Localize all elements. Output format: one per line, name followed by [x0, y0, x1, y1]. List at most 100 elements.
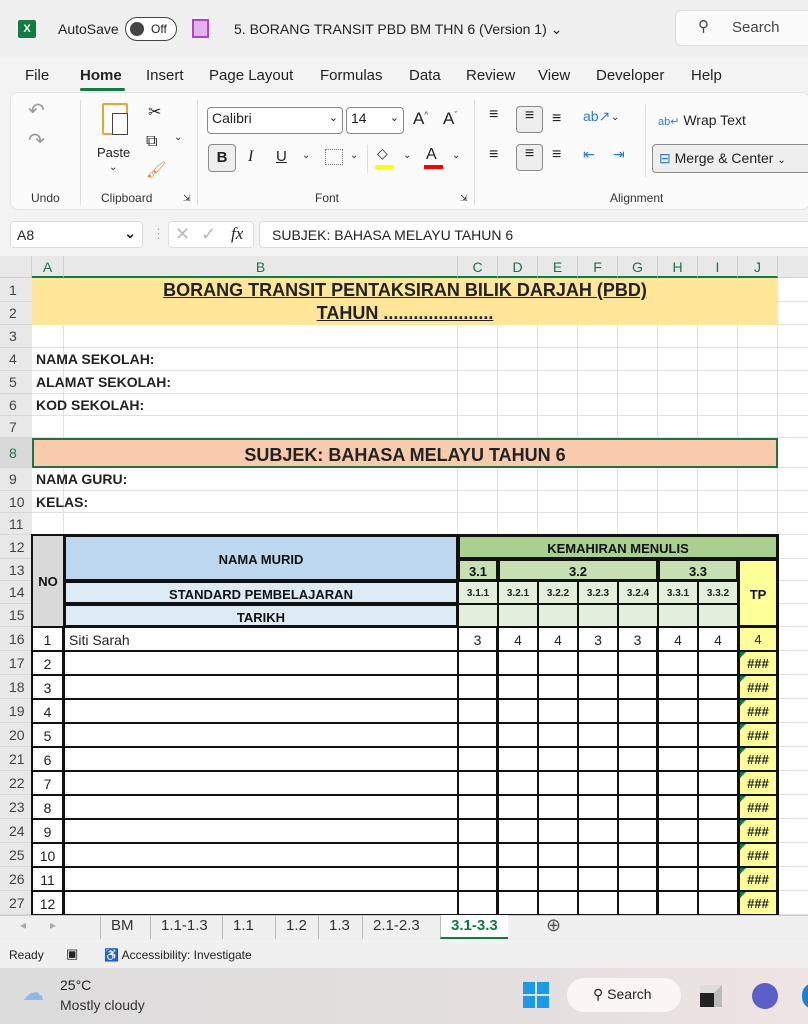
score-cell[interactable] — [498, 651, 538, 675]
score-cell[interactable] — [538, 771, 578, 795]
paste-button[interactable]: Paste — [97, 145, 130, 160]
score-cell[interactable] — [458, 747, 498, 771]
select-all-corner[interactable] — [0, 256, 32, 278]
student-name[interactable] — [64, 699, 458, 723]
score-cell[interactable] — [458, 867, 498, 891]
column-header-e[interactable]: E — [538, 256, 578, 278]
score-cell[interactable] — [618, 699, 658, 723]
nama-sekolah-label[interactable]: NAMA SEKOLAH: — [32, 348, 458, 371]
column-header-g[interactable]: G — [618, 256, 658, 278]
tarikh-cell[interactable] — [618, 604, 658, 627]
score-cell[interactable] — [498, 891, 538, 915]
score-cell[interactable] — [618, 843, 658, 867]
score-cell[interactable] — [538, 723, 578, 747]
align-right-icon[interactable]: ≡ — [552, 146, 561, 164]
row-header-13[interactable]: 13 — [0, 559, 32, 581]
search-input[interactable]: ⚲ Search — [675, 10, 808, 46]
column-header-a[interactable]: A — [32, 256, 64, 278]
score-cell[interactable] — [458, 819, 498, 843]
header-nama-murid[interactable]: NAMA MURID — [64, 535, 458, 581]
column-header-c[interactable]: C — [458, 256, 498, 278]
chevron-down-icon[interactable]: ⌄ — [109, 162, 117, 173]
score-cell[interactable] — [458, 675, 498, 699]
score-cell[interactable] — [578, 795, 618, 819]
row-header-15[interactable]: 15 — [0, 604, 32, 627]
macro-record-icon[interactable]: ▣ — [66, 946, 78, 962]
accessibility-status[interactable]: ♿ Accessibility: Investigate — [104, 948, 252, 962]
row-header-7[interactable]: 7 — [0, 416, 32, 438]
student-name[interactable]: Siti Sarah — [64, 627, 458, 651]
add-sheet-icon[interactable]: ⊕ — [546, 915, 561, 936]
row-header-10[interactable]: 10 — [0, 491, 32, 513]
tp-cell[interactable]: 4 — [738, 627, 778, 651]
score-cell[interactable] — [658, 675, 698, 699]
column-header-i[interactable]: I — [698, 256, 738, 278]
teams-chat-icon[interactable] — [752, 983, 778, 1009]
score-cell[interactable] — [658, 843, 698, 867]
tarikh-cell[interactable] — [658, 604, 698, 627]
increase-indent-icon[interactable]: ⇥ — [613, 146, 625, 163]
tarikh-cell[interactable] — [498, 604, 538, 627]
score-cell[interactable] — [698, 819, 738, 843]
score-cell[interactable] — [538, 795, 578, 819]
student-name[interactable] — [64, 891, 458, 915]
student-name[interactable] — [64, 843, 458, 867]
score-cell[interactable] — [578, 843, 618, 867]
row-header-27[interactable]: 27 — [0, 891, 32, 915]
cut-icon[interactable]: ✂ — [148, 102, 161, 122]
row-header-14[interactable]: 14 — [0, 581, 32, 604]
score-cell[interactable] — [658, 819, 698, 843]
score-cell[interactable] — [458, 771, 498, 795]
enter-icon[interactable]: ✓ — [201, 224, 216, 245]
task-view-icon[interactable] — [700, 985, 722, 1007]
score-cell[interactable] — [458, 723, 498, 747]
header-tp[interactable]: TP — [738, 559, 778, 627]
tab-file[interactable]: File — [25, 67, 49, 84]
decrease-font-icon[interactable]: Aˇ — [443, 109, 457, 129]
row-header-26[interactable]: 26 — [0, 867, 32, 891]
chevron-down-icon[interactable]: ⌄ — [302, 150, 310, 161]
column-header-f[interactable]: F — [578, 256, 618, 278]
score-cell[interactable] — [538, 891, 578, 915]
tab-developer[interactable]: Developer — [596, 67, 664, 84]
score-cell[interactable] — [498, 843, 538, 867]
score-cell[interactable] — [578, 771, 618, 795]
header-group-3-1[interactable]: 3.1 — [458, 559, 498, 581]
score-cell[interactable] — [698, 771, 738, 795]
align-middle-icon[interactable]: ≡ — [516, 106, 543, 133]
borders-icon[interactable] — [325, 149, 343, 165]
score-cell[interactable] — [538, 819, 578, 843]
score-cell[interactable] — [538, 843, 578, 867]
student-no[interactable]: 11 — [32, 867, 64, 891]
student-name[interactable] — [64, 747, 458, 771]
student-name[interactable] — [64, 795, 458, 819]
header-standard[interactable]: STANDARD PEMBELAJARAN — [64, 581, 458, 604]
header-standard-3-3-1[interactable]: 3.3.1 — [658, 581, 698, 604]
spreadsheet-grid[interactable]: A B C D E F G H I J 1 2 3 4 5 6 7 8 9 10 11 12 13 14 15 16 17 18 19 2… — [0, 256, 808, 915]
wrap-text-button[interactable]: ab↵ Wrap Text — [658, 112, 746, 128]
redo-icon[interactable]: ↷ — [28, 128, 45, 153]
score-cell[interactable] — [698, 675, 738, 699]
score-cell[interactable] — [538, 699, 578, 723]
header-kemahiran-menulis[interactable]: KEMAHIRAN MENULIS — [458, 535, 778, 559]
score-cell[interactable] — [538, 867, 578, 891]
score-cell[interactable] — [658, 747, 698, 771]
student-no[interactable]: 8 — [32, 795, 64, 819]
tp-cell[interactable]: ### — [738, 723, 778, 747]
student-no[interactable]: 9 — [32, 819, 64, 843]
sheet-tab-1-2[interactable]: 1.2 — [275, 915, 317, 939]
score-cell[interactable] — [658, 651, 698, 675]
chevron-down-icon[interactable]: ⌄ — [403, 150, 411, 161]
student-no[interactable]: 1 — [32, 627, 64, 651]
autosave-toggle[interactable]: Off — [125, 17, 177, 41]
student-no[interactable]: 4 — [32, 699, 64, 723]
header-tarikh[interactable]: TARIKH — [64, 604, 458, 627]
tab-data[interactable]: Data — [409, 67, 441, 84]
score-cell[interactable] — [618, 675, 658, 699]
header-standard-3-2-3[interactable]: 3.2.3 — [578, 581, 618, 604]
score-cell[interactable] — [618, 651, 658, 675]
scroll-left-icon[interactable]: ◂ — [20, 918, 26, 932]
student-name[interactable] — [64, 723, 458, 747]
orientation-icon[interactable]: ab↗ — [583, 108, 610, 125]
score-cell[interactable] — [538, 675, 578, 699]
